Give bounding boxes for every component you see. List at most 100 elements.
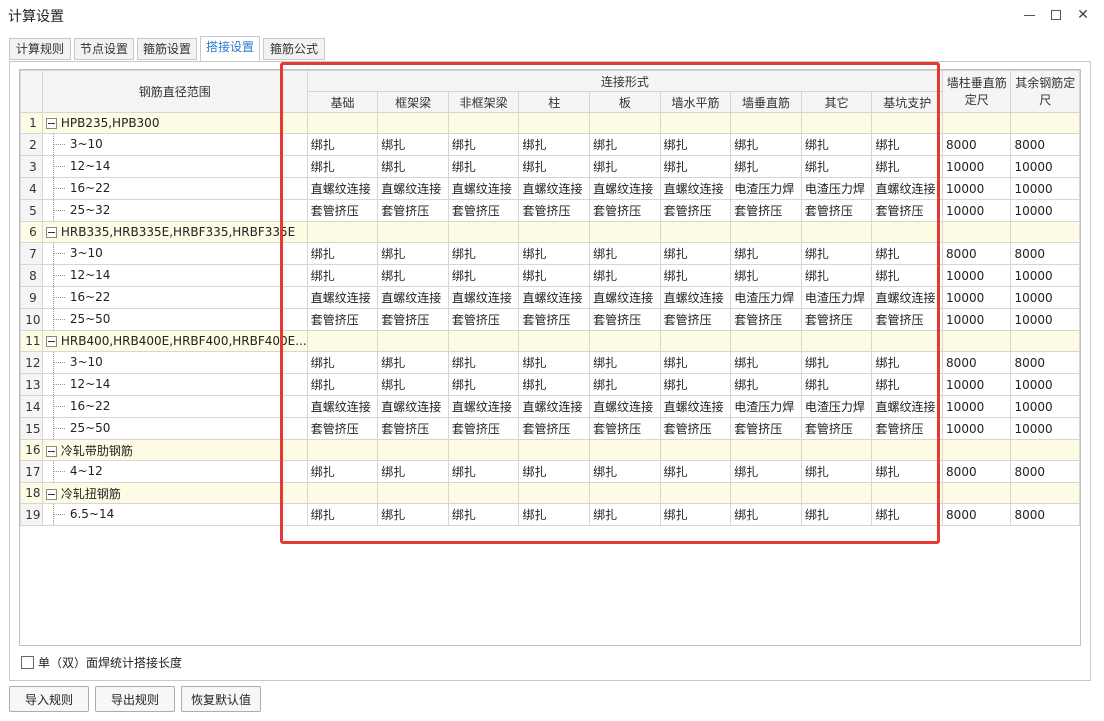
table-row[interactable]: 13 12~14 绑扎 绑扎 绑扎 绑扎 绑扎 绑扎 绑扎 绑扎 绑扎 10000 10000 — [20, 373, 1080, 396]
connection-cell[interactable] — [518, 221, 591, 243]
wall-col-length-cell[interactable]: 8000 — [942, 503, 1012, 526]
table-row[interactable]: 2 3~10 绑扎 绑扎 绑扎 绑扎 绑扎 绑扎 绑扎 绑扎 绑扎 8000 8000 — [20, 133, 1080, 156]
connection-cell[interactable]: 套管挤压 — [589, 308, 661, 331]
restore-defaults-button[interactable]: 恢复默认值 — [181, 686, 261, 712]
connection-cell[interactable] — [589, 112, 661, 134]
connection-cell[interactable] — [518, 330, 591, 352]
connection-cell[interactable]: 绑扎 — [800, 133, 873, 156]
connection-cell[interactable]: 绑扎 — [306, 155, 379, 178]
connection-cell[interactable] — [447, 330, 520, 352]
wall-col-length-cell[interactable] — [942, 482, 1012, 504]
other-length-cell[interactable]: 10000 — [1010, 373, 1080, 396]
other-length-cell[interactable]: 8000 — [1010, 460, 1080, 483]
connection-cell[interactable]: 绑扎 — [306, 460, 379, 483]
other-length-cell[interactable]: 8000 — [1010, 242, 1080, 265]
connection-cell[interactable]: 绑扎 — [589, 264, 661, 287]
table-row[interactable]: 8 12~14 绑扎 绑扎 绑扎 绑扎 绑扎 绑扎 绑扎 绑扎 绑扎 10000 10000 — [20, 264, 1080, 287]
connection-cell[interactable]: 绑扎 — [659, 264, 732, 287]
connection-cell[interactable] — [730, 439, 802, 461]
connection-cell[interactable]: 绑扎 — [518, 503, 591, 526]
connection-cell[interactable] — [659, 112, 732, 134]
connection-cell[interactable]: 绑扎 — [800, 503, 873, 526]
connection-cell[interactable]: 直螺纹连接 — [589, 395, 661, 418]
other-length-cell[interactable]: 10000 — [1010, 308, 1080, 331]
connection-cell[interactable] — [800, 482, 873, 504]
connection-cell[interactable]: 绑扎 — [447, 264, 520, 287]
connection-cell[interactable] — [871, 439, 944, 461]
other-length-cell[interactable]: 10000 — [1010, 155, 1080, 178]
connection-cell[interactable]: 绑扎 — [447, 155, 520, 178]
other-length-cell[interactable]: 10000 — [1010, 264, 1080, 287]
connection-cell[interactable]: 套管挤压 — [730, 308, 802, 331]
connection-cell[interactable] — [518, 112, 591, 134]
group-row[interactable]: 16 冷轧带肋钢筋 — [20, 439, 1080, 461]
connection-cell[interactable]: 电渣压力焊 — [800, 286, 873, 309]
connection-cell[interactable]: 绑扎 — [871, 351, 944, 374]
connection-cell[interactable]: 套管挤压 — [730, 417, 802, 440]
connection-cell[interactable]: 绑扎 — [871, 264, 944, 287]
group-label-cell[interactable]: 冷轧带肋钢筋 — [41, 439, 308, 461]
connection-cell[interactable] — [447, 221, 520, 243]
connection-cell[interactable] — [377, 112, 449, 134]
wall-col-length-cell[interactable]: 8000 — [942, 242, 1012, 265]
collapse-icon[interactable] — [45, 488, 57, 500]
connection-cell[interactable]: 绑扎 — [518, 133, 591, 156]
range-cell[interactable]: 6.5~14 — [41, 503, 308, 526]
connection-cell[interactable] — [800, 439, 873, 461]
connection-cell[interactable]: 套管挤压 — [589, 199, 661, 222]
connection-cell[interactable]: 直螺纹连接 — [589, 177, 661, 200]
connection-cell[interactable]: 绑扎 — [730, 242, 802, 265]
connection-cell[interactable]: 绑扎 — [377, 133, 449, 156]
connection-cell[interactable] — [306, 482, 379, 504]
group-row[interactable]: 6 HRB335,HRB335E,HRBF335,HRBF335E — [20, 221, 1080, 243]
connection-cell[interactable]: 绑扎 — [518, 264, 591, 287]
connection-cell[interactable] — [447, 439, 520, 461]
connection-cell[interactable] — [306, 112, 379, 134]
connection-cell[interactable] — [306, 221, 379, 243]
other-length-cell[interactable]: 10000 — [1010, 395, 1080, 418]
connection-cell[interactable]: 套管挤压 — [518, 199, 591, 222]
other-length-cell[interactable] — [1010, 221, 1080, 243]
wall-col-length-cell[interactable]: 10000 — [942, 286, 1012, 309]
connection-cell[interactable]: 绑扎 — [659, 133, 732, 156]
connection-cell[interactable]: 绑扎 — [306, 133, 379, 156]
connection-cell[interactable]: 绑扎 — [800, 351, 873, 374]
connection-cell[interactable]: 绑扎 — [377, 155, 449, 178]
collapse-icon[interactable] — [45, 118, 57, 129]
other-length-cell[interactable]: 8000 — [1010, 351, 1080, 374]
connection-cell[interactable]: 绑扎 — [800, 264, 873, 287]
range-cell[interactable]: 4~12 — [41, 460, 308, 483]
export-rules-button[interactable]: 导出规则 — [95, 686, 175, 712]
connection-cell[interactable] — [871, 112, 944, 134]
wall-col-length-cell[interactable] — [942, 439, 1012, 461]
tab-node-settings[interactable]: 节点设置 — [74, 38, 134, 60]
connection-cell[interactable]: 电渣压力焊 — [800, 177, 873, 200]
connection-cell[interactable]: 套管挤压 — [800, 308, 873, 331]
connection-cell[interactable] — [377, 330, 449, 352]
connection-cell[interactable]: 绑扎 — [730, 351, 802, 374]
connection-cell[interactable]: 绑扎 — [871, 242, 944, 265]
connection-cell[interactable]: 绑扎 — [306, 242, 379, 265]
other-length-cell[interactable]: 10000 — [1010, 199, 1080, 222]
connection-cell[interactable]: 直螺纹连接 — [447, 395, 520, 418]
connection-cell[interactable]: 绑扎 — [377, 503, 449, 526]
table-row[interactable]: 9 16~22 直螺纹连接 直螺纹连接 直螺纹连接 直螺纹连接 直螺纹连接 直螺纹连接 电渣压力… — [20, 286, 1080, 309]
minimize-button[interactable] — [1018, 4, 1040, 26]
connection-cell[interactable]: 绑扎 — [518, 242, 591, 265]
connection-cell[interactable]: 套管挤压 — [659, 308, 732, 331]
connection-cell[interactable]: 直螺纹连接 — [377, 177, 449, 200]
connection-cell[interactable]: 绑扎 — [730, 133, 802, 156]
connection-cell[interactable]: 套管挤压 — [871, 417, 944, 440]
header-other-bar[interactable]: 其余钢筋定尺 — [1010, 70, 1080, 113]
connection-cell[interactable] — [730, 221, 802, 243]
connection-cell[interactable]: 绑扎 — [306, 264, 379, 287]
connection-cell[interactable]: 绑扎 — [800, 460, 873, 483]
wall-col-length-cell[interactable]: 8000 — [942, 133, 1012, 156]
connection-cell[interactable] — [589, 330, 661, 352]
connection-cell[interactable] — [659, 330, 732, 352]
group-row[interactable]: 11 HRB400,HRB400E,HRBF400,HRBF400E... — [20, 330, 1080, 352]
tab-stirrup-formula[interactable]: 箍筋公式 — [263, 38, 325, 60]
connection-cell[interactable]: 套管挤压 — [306, 199, 379, 222]
connection-cell[interactable] — [871, 330, 944, 352]
connection-cell[interactable]: 绑扎 — [659, 351, 732, 374]
